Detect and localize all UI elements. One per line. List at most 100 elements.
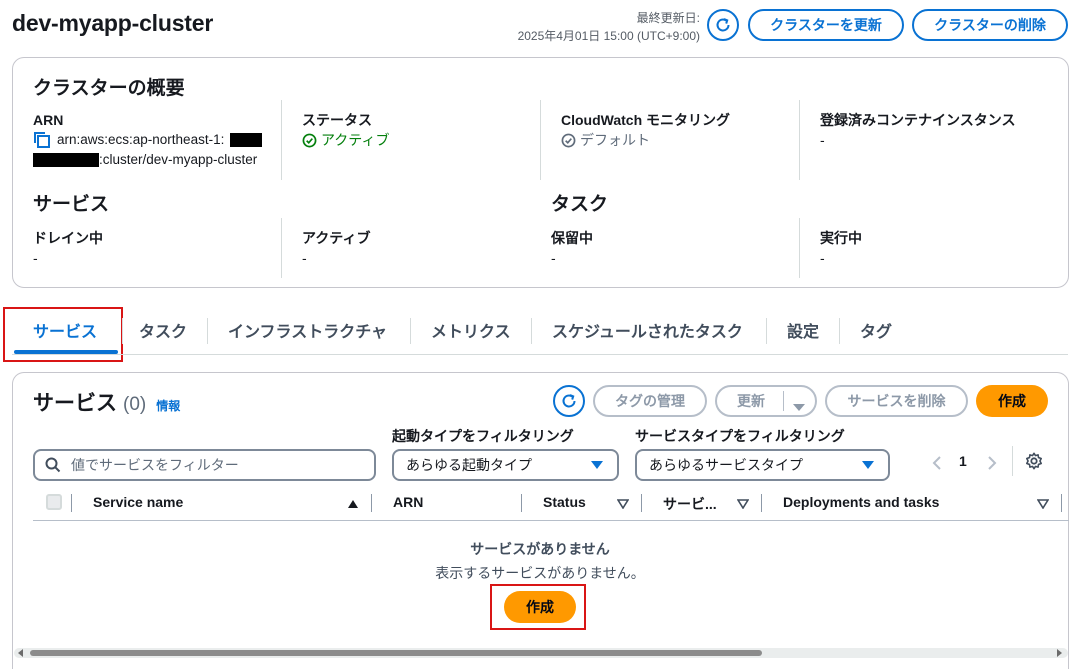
column-separator: [761, 494, 762, 512]
cloudwatch-text: デフォルト: [580, 132, 650, 148]
sort-icon[interactable]: [1037, 499, 1049, 509]
arn-line-1: arn:aws:ecs:ap-northeast-1:: [33, 130, 283, 150]
column-status[interactable]: Status: [543, 494, 586, 510]
cloudwatch-value: デフォルト: [561, 130, 800, 150]
draining-value: -: [33, 250, 38, 266]
search-input[interactable]: 値でサービスをフィルター: [33, 449, 376, 481]
arn-line-2: :cluster/dev-myapp-cluster: [33, 150, 283, 170]
running-field: 実行中 -: [799, 218, 1059, 278]
running-label: 実行中: [820, 230, 862, 246]
refresh-icon: [562, 394, 576, 408]
cluster-overview-card: クラスターの概要 ARN arn:aws:ecs:ap-northeast-1:…: [12, 57, 1069, 288]
manage-tags-button[interactable]: タグの管理: [593, 385, 707, 417]
tasks-section-title: タスク: [551, 194, 609, 215]
running-value: -: [820, 250, 825, 266]
update-service-button[interactable]: 更新: [715, 385, 817, 417]
pagination-divider: [1012, 446, 1013, 476]
column-service-type[interactable]: サービ...: [663, 494, 717, 514]
sort-icon[interactable]: [737, 499, 749, 509]
scroll-right-icon[interactable]: [1055, 649, 1063, 657]
update-cluster-button[interactable]: クラスターを更新: [748, 9, 904, 41]
column-separator: [521, 494, 522, 512]
empty-state-description: 表示するサービスがありません。: [435, 565, 645, 581]
caret-down-icon: [862, 461, 874, 469]
column-separator: [371, 494, 372, 512]
arn-label: ARN: [33, 112, 64, 128]
select-all-checkbox[interactable]: [46, 494, 62, 510]
update-service-label: 更新: [737, 393, 765, 409]
active-label: アクティブ: [302, 230, 371, 246]
table-header-divider: [33, 520, 1069, 521]
arn-field: ARN arn:aws:ecs:ap-northeast-1: :cluster…: [13, 110, 283, 180]
scroll-left-icon[interactable]: [17, 649, 25, 657]
page-number[interactable]: 1: [959, 453, 967, 469]
tab-separator: [410, 318, 411, 344]
copy-icon[interactable]: [33, 131, 51, 149]
tab-settings[interactable]: 設定: [787, 318, 819, 342]
highlight-box-create: [490, 584, 586, 630]
active-value: -: [302, 250, 307, 266]
pending-field: 保留中 -: [531, 228, 791, 278]
active-field: アクティブ -: [281, 218, 541, 278]
instances-label: 登録済みコンテナインスタンス: [820, 112, 1016, 128]
draining-field: ドレイン中 -: [13, 228, 283, 278]
tab-separator: [766, 318, 767, 344]
tab-tasks[interactable]: タスク: [139, 318, 187, 342]
column-arn[interactable]: ARN: [393, 494, 423, 510]
column-deployments[interactable]: Deployments and tasks: [783, 494, 939, 510]
sort-icon[interactable]: [617, 499, 629, 509]
delete-cluster-button[interactable]: クラスターの削除: [912, 9, 1068, 41]
tab-separator: [531, 318, 532, 344]
horizontal-scrollbar-thumb[interactable]: [30, 650, 762, 656]
create-service-button[interactable]: 作成: [976, 385, 1048, 417]
column-service-name[interactable]: Service name: [93, 494, 183, 510]
sort-ascending-icon[interactable]: [347, 499, 359, 509]
gear-icon[interactable]: [1025, 452, 1043, 470]
tab-scheduled-tasks[interactable]: スケジュールされたタスク: [552, 318, 743, 342]
tab-metrics[interactable]: メトリクス: [431, 318, 511, 342]
search-icon: [45, 457, 61, 473]
launch-type-filter-label: 起動タイプをフィルタリング: [392, 428, 574, 444]
info-link[interactable]: 情報: [156, 397, 180, 414]
split-button-divider: [783, 391, 784, 411]
cloudwatch-label: CloudWatch モニタリング: [561, 112, 731, 128]
chevron-right-icon[interactable]: [986, 455, 998, 471]
tab-separator: [839, 318, 840, 344]
services-refresh-button[interactable]: [553, 385, 585, 417]
launch-type-select[interactable]: あらゆる起動タイプ: [392, 449, 619, 481]
column-separator: [1061, 494, 1062, 512]
service-type-select[interactable]: あらゆるサービスタイプ: [635, 449, 890, 481]
caret-down-icon: [793, 398, 805, 414]
arn-text-1: arn:aws:ecs:ap-northeast-1:: [57, 132, 225, 147]
delete-service-button[interactable]: サービスを削除: [825, 385, 968, 417]
refresh-button[interactable]: [707, 9, 739, 41]
service-type-value: あらゆるサービスタイプ: [649, 457, 803, 473]
chevron-left-icon[interactable]: [931, 455, 943, 471]
column-separator: [641, 494, 642, 512]
instances-field: 登録済みコンテナインスタンス -: [799, 100, 1059, 180]
cloudwatch-field: CloudWatch モニタリング デフォルト: [540, 100, 800, 180]
services-header: サービス (0) 情報: [33, 387, 180, 417]
status-label: ステータス: [302, 112, 372, 128]
last-updated-value: 2025年4月01日 15:00 (UTC+9:00): [517, 29, 700, 43]
status-field: ステータス アクティブ: [281, 100, 541, 180]
launch-type-value: あらゆる起動タイプ: [406, 457, 532, 473]
refresh-icon: [716, 18, 730, 32]
tab-infrastructure[interactable]: インフラストラクチャ: [228, 318, 387, 342]
service-type-filter-label: サービスタイプをフィルタリング: [635, 428, 845, 444]
last-updated-info: 最終更新日: 2025年4月01日 15:00 (UTC+9:00): [500, 9, 700, 45]
tab-tags[interactable]: タグ: [860, 318, 892, 342]
check-circle-icon: [302, 133, 317, 147]
last-updated-label: 最終更新日:: [636, 11, 700, 25]
pending-value: -: [551, 250, 556, 266]
redacted-account-id: [230, 133, 263, 147]
empty-state-title: サービスがありません: [470, 541, 610, 557]
tab-separator: [122, 318, 123, 344]
services-section-title: サービス: [33, 194, 110, 215]
services-title: サービス: [33, 392, 117, 415]
tabs-divider: [12, 354, 1068, 355]
draining-label: ドレイン中: [33, 230, 103, 246]
caret-down-icon: [591, 461, 603, 469]
services-count: (0): [123, 394, 147, 415]
status-value: アクティブ: [302, 130, 541, 150]
